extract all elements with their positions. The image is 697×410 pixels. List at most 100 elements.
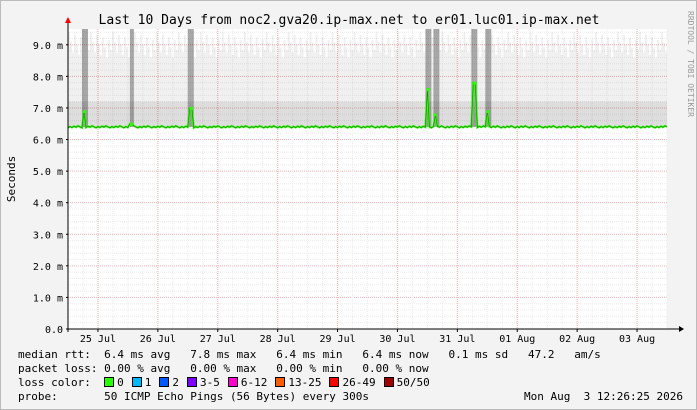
smoke-column (237, 101, 240, 127)
smoke-column (451, 101, 454, 127)
smoke-column (71, 101, 74, 127)
smoke-column (661, 101, 664, 127)
smoke-column (601, 101, 604, 127)
smoke-column (377, 101, 380, 127)
smoke-column (305, 101, 308, 127)
smoke-column (95, 101, 98, 127)
smoke-column (249, 101, 252, 127)
smoke-column (581, 101, 584, 127)
smoke-column (225, 101, 228, 127)
smoke-column (375, 101, 378, 127)
loss-color-label: 26-49 (342, 376, 376, 389)
smoke-column (441, 101, 444, 127)
smoke-column (637, 101, 640, 127)
smoke-column (621, 101, 624, 127)
smoke-column (649, 101, 652, 127)
smoke-column (491, 101, 494, 127)
x-tick-label: 29 Jul (319, 334, 355, 345)
loss-values: 0.00 % avg 0.00 % max 0.00 % min 0.00 % … (104, 362, 429, 375)
smoke-column (413, 101, 416, 127)
y-tick-label: 6.0 m (33, 136, 63, 147)
smoke-column (149, 101, 152, 127)
smoke-column (397, 101, 400, 127)
smoke-column (519, 101, 522, 127)
smoke-column (391, 101, 394, 127)
x-tick-label: 27 Jul (200, 334, 236, 345)
smoke-column (289, 101, 292, 127)
smoke-column (123, 101, 126, 127)
smoke-column (251, 101, 254, 127)
smoke-column (247, 101, 250, 127)
smoke-column (443, 101, 446, 127)
smoke-column (501, 101, 504, 127)
smoke-column (665, 101, 668, 127)
smoke-column (453, 101, 456, 127)
smoke-column (97, 101, 100, 127)
smoke-column (527, 101, 530, 127)
smoke-column (321, 101, 324, 127)
smoke-column (653, 101, 656, 127)
smoke-column (277, 101, 280, 127)
timestamp: Mon Aug 3 12:26:25 2026 (524, 390, 683, 403)
smoke-column (479, 101, 482, 127)
smoke-column (141, 101, 144, 127)
smoke-column (279, 101, 282, 127)
smoke-column (179, 101, 182, 127)
smoke-column (351, 101, 354, 127)
smoke-column (111, 101, 114, 127)
smoke-column (591, 101, 594, 127)
smoke-column (513, 101, 516, 127)
loss-color-swatch (104, 377, 115, 387)
x-tick-label: 30 Jul (379, 334, 415, 345)
loss-color-label: 1 (144, 376, 152, 389)
smoke-column (339, 101, 342, 127)
smoke-column (331, 101, 334, 127)
smoke-column (557, 101, 560, 127)
smoke-column (401, 101, 404, 127)
smoke-column (213, 101, 216, 127)
smoke-column (517, 101, 520, 127)
smoke-column (319, 101, 322, 127)
smoke-column (609, 101, 612, 127)
smoke-column (151, 101, 154, 127)
smoke-column (75, 101, 78, 127)
x-tick-label: 25 Jul (80, 334, 116, 345)
smoke-column (531, 101, 534, 127)
smoke-column (153, 101, 156, 127)
smoke-column (539, 101, 542, 127)
smoke-column (561, 101, 564, 127)
smoke-column (183, 101, 186, 127)
smoke-column (163, 101, 166, 127)
smoke-column (421, 101, 424, 127)
smoke-column (357, 101, 360, 127)
smoke-column (337, 101, 340, 127)
smoke-column (101, 101, 104, 127)
x-tick-label: 02 Aug (559, 334, 595, 345)
smoke-column (353, 101, 356, 127)
median-spike-point (189, 106, 193, 110)
smoke-column (253, 101, 256, 127)
smoke-column (647, 101, 650, 127)
smoke-column (567, 101, 570, 127)
smoke-column (543, 101, 546, 127)
smoke-column (181, 101, 184, 127)
smoke-column (511, 101, 514, 127)
smoke-column (313, 101, 316, 127)
smoke-column (587, 101, 590, 127)
smoke-column (535, 101, 538, 127)
smoke-column (345, 101, 348, 127)
loss-color-label: 13-25 (288, 376, 322, 389)
smoke-column (145, 101, 148, 127)
y-tick-label: 8.0 m (33, 72, 63, 83)
smoke-column (271, 101, 274, 127)
smoke-column (461, 101, 464, 127)
smoke-column (245, 101, 248, 127)
smoke-column (639, 101, 642, 127)
loss-color-item: 50/50 (383, 376, 430, 389)
smoke-column (309, 101, 312, 127)
median-spike-point (129, 122, 133, 126)
smoke-column (315, 101, 318, 127)
smoke-column (301, 101, 304, 127)
smoke-column (613, 101, 616, 127)
smoke-column (197, 101, 200, 127)
